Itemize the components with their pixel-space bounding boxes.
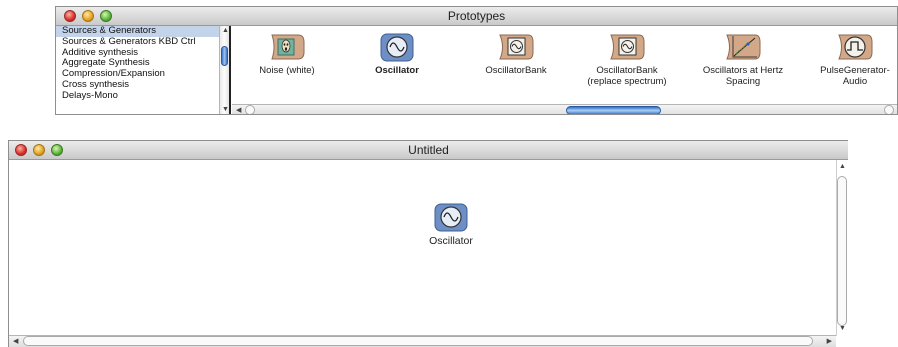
prototype-noise-white[interactable]: Noise (white) (232, 32, 342, 76)
scroll-up-arrow-icon[interactable]: ▲ (222, 27, 229, 35)
category-list[interactable]: Sources & Generators Sources & Generator… (56, 25, 219, 114)
pulse-icon (836, 32, 874, 62)
scroll-down-arrow-icon[interactable]: ▼ (222, 106, 229, 114)
canvas-vscrollbar[interactable]: ▲ ▼ (836, 160, 848, 336)
category-label: Additive synthesis (62, 46, 139, 58)
scream-icon (268, 32, 306, 62)
placed-item-label: Oscillator (429, 235, 473, 247)
prototype-label: Oscillator (375, 65, 419, 76)
category-label: Cross synthesis (62, 78, 130, 90)
oscillator-bank-icon (608, 32, 646, 62)
untitled-title-bar[interactable]: Untitled (9, 141, 848, 160)
category-label: Sources & Generators (62, 25, 156, 36)
prototypes-window: Prototypes Sources & Generators Sources … (55, 6, 898, 115)
placed-oscillator[interactable]: Oscillator (411, 202, 491, 247)
hscroll-track (23, 336, 813, 346)
prototype-oscillator-bank[interactable]: OscillatorBank (461, 32, 571, 76)
prototype-palette: Noise (white) Oscillator OscillatorBank … (232, 26, 897, 104)
category-scroll-thumb[interactable] (221, 46, 228, 66)
scroll-track-left-cap (245, 105, 255, 114)
prototype-pulse-generator-audio[interactable]: PulseGenerator- Audio (800, 32, 897, 87)
pane-divider[interactable] (229, 26, 231, 114)
scroll-right-arrow-icon[interactable]: ▶ (827, 338, 832, 346)
category-item[interactable]: Delays-Mono (56, 89, 219, 102)
prototype-label: OscillatorBank (485, 65, 547, 76)
prototype-label: Noise (white) (259, 65, 315, 76)
prototype-oscillator-bank-replace-spectrum[interactable]: OscillatorBank (replace spectrum) (572, 32, 682, 87)
prototype-palette-hscrollbar[interactable]: ◀ (232, 104, 897, 114)
prototypes-title-bar[interactable]: Prototypes (56, 7, 897, 26)
category-label: Sources & Generators KBD Ctrl (62, 35, 196, 47)
oscillator-bank-icon (497, 32, 535, 62)
prototype-label: OscillatorBank (replace spectrum) (587, 65, 667, 87)
scroll-up-arrow-icon[interactable]: ▲ (839, 163, 846, 171)
scroll-left-arrow-icon[interactable]: ◀ (236, 107, 241, 114)
sine-wave-icon (378, 32, 416, 62)
untitled-window: Untitled Oscillator ▲ ▼ ◀ ▶ (8, 140, 848, 347)
scroll-track-right-cap (884, 105, 894, 114)
category-label: Aggregate Synthesis (62, 57, 150, 69)
prototype-oscillator[interactable]: Oscillator (342, 32, 452, 76)
prototype-oscillators-at-hertz-spacing[interactable]: Oscillators at Hertz Spacing (688, 32, 798, 87)
prototype-label: Oscillators at Hertz Spacing (702, 65, 784, 87)
canvas-hscrollbar[interactable]: ◀ ▶ (9, 335, 836, 347)
sound-editor-canvas[interactable]: Oscillator (9, 160, 836, 336)
sine-wave-icon (432, 202, 470, 232)
prototype-palette-scroll-thumb[interactable] (566, 106, 661, 114)
category-list-scrollbar[interactable]: ▲ ▼ (219, 26, 229, 114)
scroll-down-arrow-icon[interactable]: ▼ (839, 325, 846, 333)
vscroll-track (837, 176, 847, 326)
untitled-window-title: Untitled (408, 143, 449, 157)
category-label: Compression/Expansion (62, 68, 165, 80)
category-label: Delays-Mono (62, 89, 118, 101)
graph-icon (724, 32, 762, 62)
prototypes-window-title: Prototypes (447, 9, 506, 23)
scroll-left-arrow-icon[interactable]: ◀ (13, 338, 18, 346)
prototype-label: PulseGenerator- Audio (820, 65, 890, 87)
